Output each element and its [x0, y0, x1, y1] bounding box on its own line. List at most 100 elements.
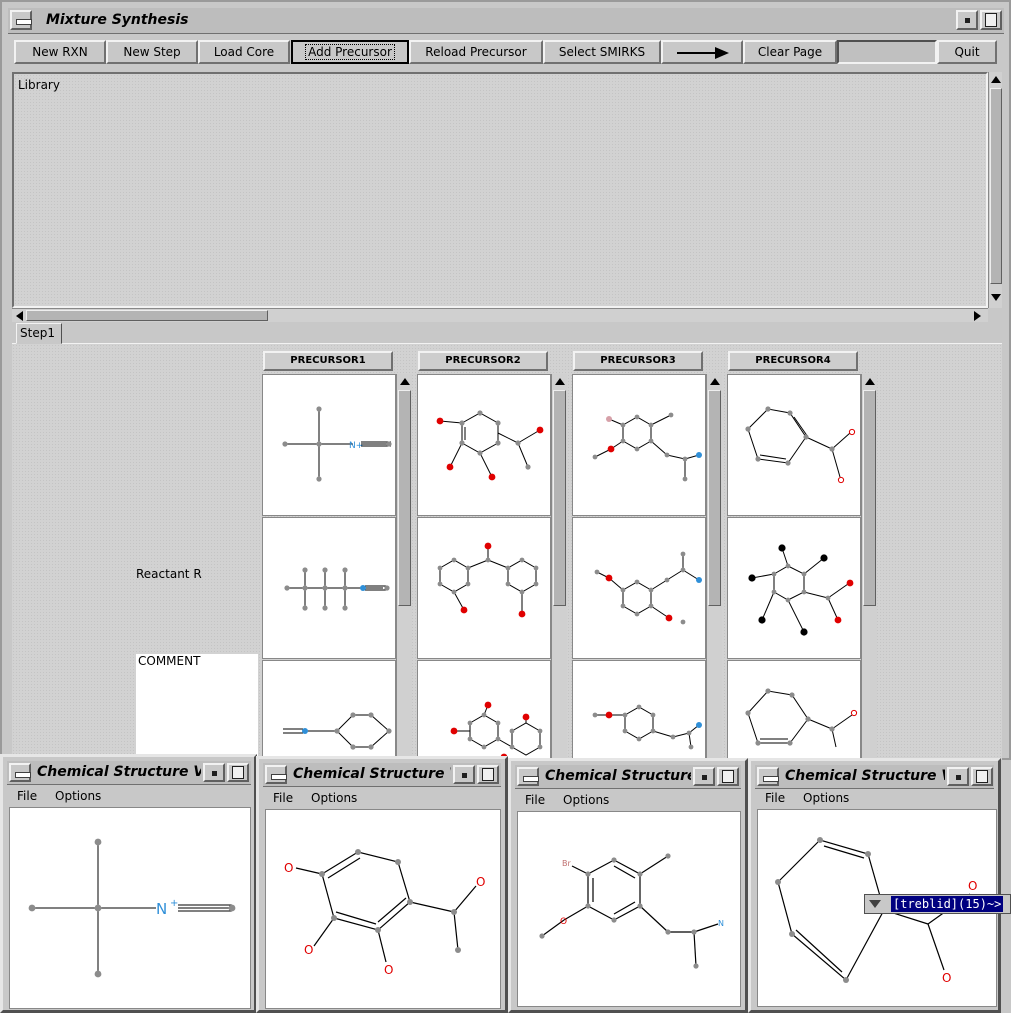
precursor3-cell-3[interactable] [572, 660, 706, 760]
scroll-left-arrow-icon[interactable] [16, 311, 23, 321]
molecule-structure [450, 701, 543, 761]
minimize-button[interactable] [203, 763, 225, 782]
maximize-button[interactable] [477, 765, 499, 784]
precursor2-header[interactable]: PRECURSOR2 [418, 351, 548, 371]
precursor2-scroll-thumb[interactable] [553, 390, 566, 606]
maximize-button[interactable] [717, 767, 739, 786]
terminal-dropdown-icon[interactable] [869, 900, 881, 908]
precursor1-cell-3[interactable] [262, 660, 396, 760]
molecule-structure [437, 542, 539, 618]
scroll-up-arrow-icon[interactable] [555, 378, 565, 385]
minimize-button[interactable] [956, 10, 978, 30]
precursor3-scrollbar[interactable] [706, 374, 722, 760]
viewer-1-canvas[interactable]: N + [9, 807, 251, 1009]
precursor1-header[interactable]: PRECURSOR1 [263, 351, 393, 371]
molecule-structure: Br O N [539, 853, 724, 969]
add-precursor-button[interactable]: Add Precursor [291, 40, 409, 64]
molecule-structure [745, 688, 858, 748]
clear-page-button[interactable]: Clear Page [743, 40, 837, 64]
scroll-up-arrow-icon[interactable] [865, 378, 875, 385]
bromine-label: Br [562, 859, 571, 868]
maximize-button[interactable] [980, 10, 1002, 30]
precursor3-scroll-thumb[interactable] [708, 390, 721, 606]
precursor1-cell-1[interactable]: N+ [262, 374, 396, 516]
precursor3-cell-1[interactable] [572, 374, 706, 516]
precursor3-cell-2[interactable] [572, 517, 706, 659]
oxygen-label: O [284, 861, 293, 875]
new-step-button[interactable]: New Step [106, 40, 198, 64]
reload-precursor-button[interactable]: Reload Precursor [409, 40, 543, 64]
window-menu-button[interactable] [517, 767, 539, 786]
precursor4-cell-2[interactable] [727, 517, 861, 659]
precursor4-cell-3[interactable] [727, 660, 861, 760]
minimize-icon [965, 18, 970, 23]
tab-step1[interactable]: Step1 [16, 323, 62, 344]
viewer-3-canvas[interactable]: Br O N [517, 811, 741, 1007]
file-menu[interactable]: File [17, 789, 37, 803]
precursor4-cell-1[interactable] [727, 374, 861, 516]
viewer-4-titlebar[interactable]: Chemical Structure Vie [755, 765, 994, 789]
minimize-button[interactable] [947, 767, 969, 786]
precursor4-scroll-thumb[interactable] [863, 390, 876, 606]
precursor4-header[interactable]: PRECURSOR4 [728, 351, 858, 371]
scroll-up-arrow-icon[interactable] [710, 378, 720, 385]
new-rxn-button[interactable]: New RXN [14, 40, 106, 64]
nitrogen-label: N [156, 900, 167, 918]
quit-button[interactable]: Quit [937, 40, 997, 64]
precursor2-cell-2[interactable] [417, 517, 551, 659]
scroll-up-arrow-icon[interactable] [991, 76, 1001, 83]
precursor4-scrollbar[interactable] [861, 374, 877, 760]
precursor3-header[interactable]: PRECURSOR3 [573, 351, 703, 371]
window-menu-button[interactable] [10, 10, 32, 30]
file-menu[interactable]: File [273, 791, 293, 805]
comment-box[interactable]: COMMENT [136, 654, 258, 760]
file-menu[interactable]: File [765, 791, 785, 805]
right-arrow-icon [677, 47, 729, 59]
structure-viewer-1: Chemical Structure Vie File Options N + [0, 754, 257, 1013]
options-menu[interactable]: Options [563, 793, 609, 807]
maximize-button[interactable] [971, 767, 993, 786]
minimize-button[interactable] [693, 767, 715, 786]
reactant-label: Reactant R [136, 567, 202, 581]
nitrogen-label: N [718, 919, 724, 928]
viewer-1-titlebar[interactable]: Chemical Structure Vie [7, 761, 251, 785]
precursor2-cell-3[interactable] [417, 660, 551, 761]
window-menu-button[interactable] [757, 767, 779, 786]
maximize-icon [985, 13, 997, 27]
main-titlebar[interactable]: Mixture Synthesis [8, 8, 1004, 34]
library-vertical-thumb[interactable] [990, 88, 1002, 284]
precursor1-scroll-thumb[interactable] [398, 390, 411, 606]
molecule-structure [284, 567, 390, 611]
maximize-button[interactable] [227, 763, 249, 782]
terminal-label: [treblid](15)~> [891, 896, 1004, 912]
file-menu[interactable]: File [525, 793, 545, 807]
viewer-2-titlebar[interactable]: Chemical Structure Vi [263, 763, 501, 787]
precursor2-cell-1[interactable] [417, 374, 551, 516]
precursor1-scrollbar[interactable] [396, 374, 412, 760]
precursor1-cell-2[interactable] [262, 517, 396, 659]
load-core-button[interactable]: Load Core [198, 40, 290, 64]
viewer-2-canvas[interactable]: O O O O [265, 809, 501, 1009]
run-arrow-button[interactable] [661, 40, 743, 64]
terminal-icon-tag[interactable]: [treblid](15)~> [864, 894, 1011, 914]
scroll-down-arrow-icon[interactable] [991, 294, 1001, 301]
select-smirks-button[interactable]: Select SMIRKS [543, 40, 661, 64]
library-horizontal-thumb[interactable] [26, 310, 268, 321]
window-menu-button[interactable] [9, 763, 31, 782]
options-menu[interactable]: Options [803, 791, 849, 805]
viewer-3-titlebar[interactable]: Chemical Structure \ [515, 765, 741, 789]
options-menu[interactable]: Options [311, 791, 357, 805]
window-menu-icon [763, 776, 779, 782]
window-menu-icon [271, 774, 287, 780]
library-horizontal-scrollbar[interactable] [12, 308, 988, 322]
library-vertical-scrollbar[interactable] [988, 72, 1002, 308]
window-menu-button[interactable] [265, 765, 287, 784]
scroll-right-arrow-icon[interactable] [974, 311, 981, 321]
precursor2-scrollbar[interactable] [551, 374, 567, 760]
maximize-icon [482, 768, 494, 781]
select-smirks-label: Select SMIRKS [558, 45, 646, 59]
minimize-button[interactable] [453, 765, 475, 784]
molecule-structure: O O O O [284, 849, 485, 977]
options-menu[interactable]: Options [55, 789, 101, 803]
scroll-up-arrow-icon[interactable] [400, 378, 410, 385]
